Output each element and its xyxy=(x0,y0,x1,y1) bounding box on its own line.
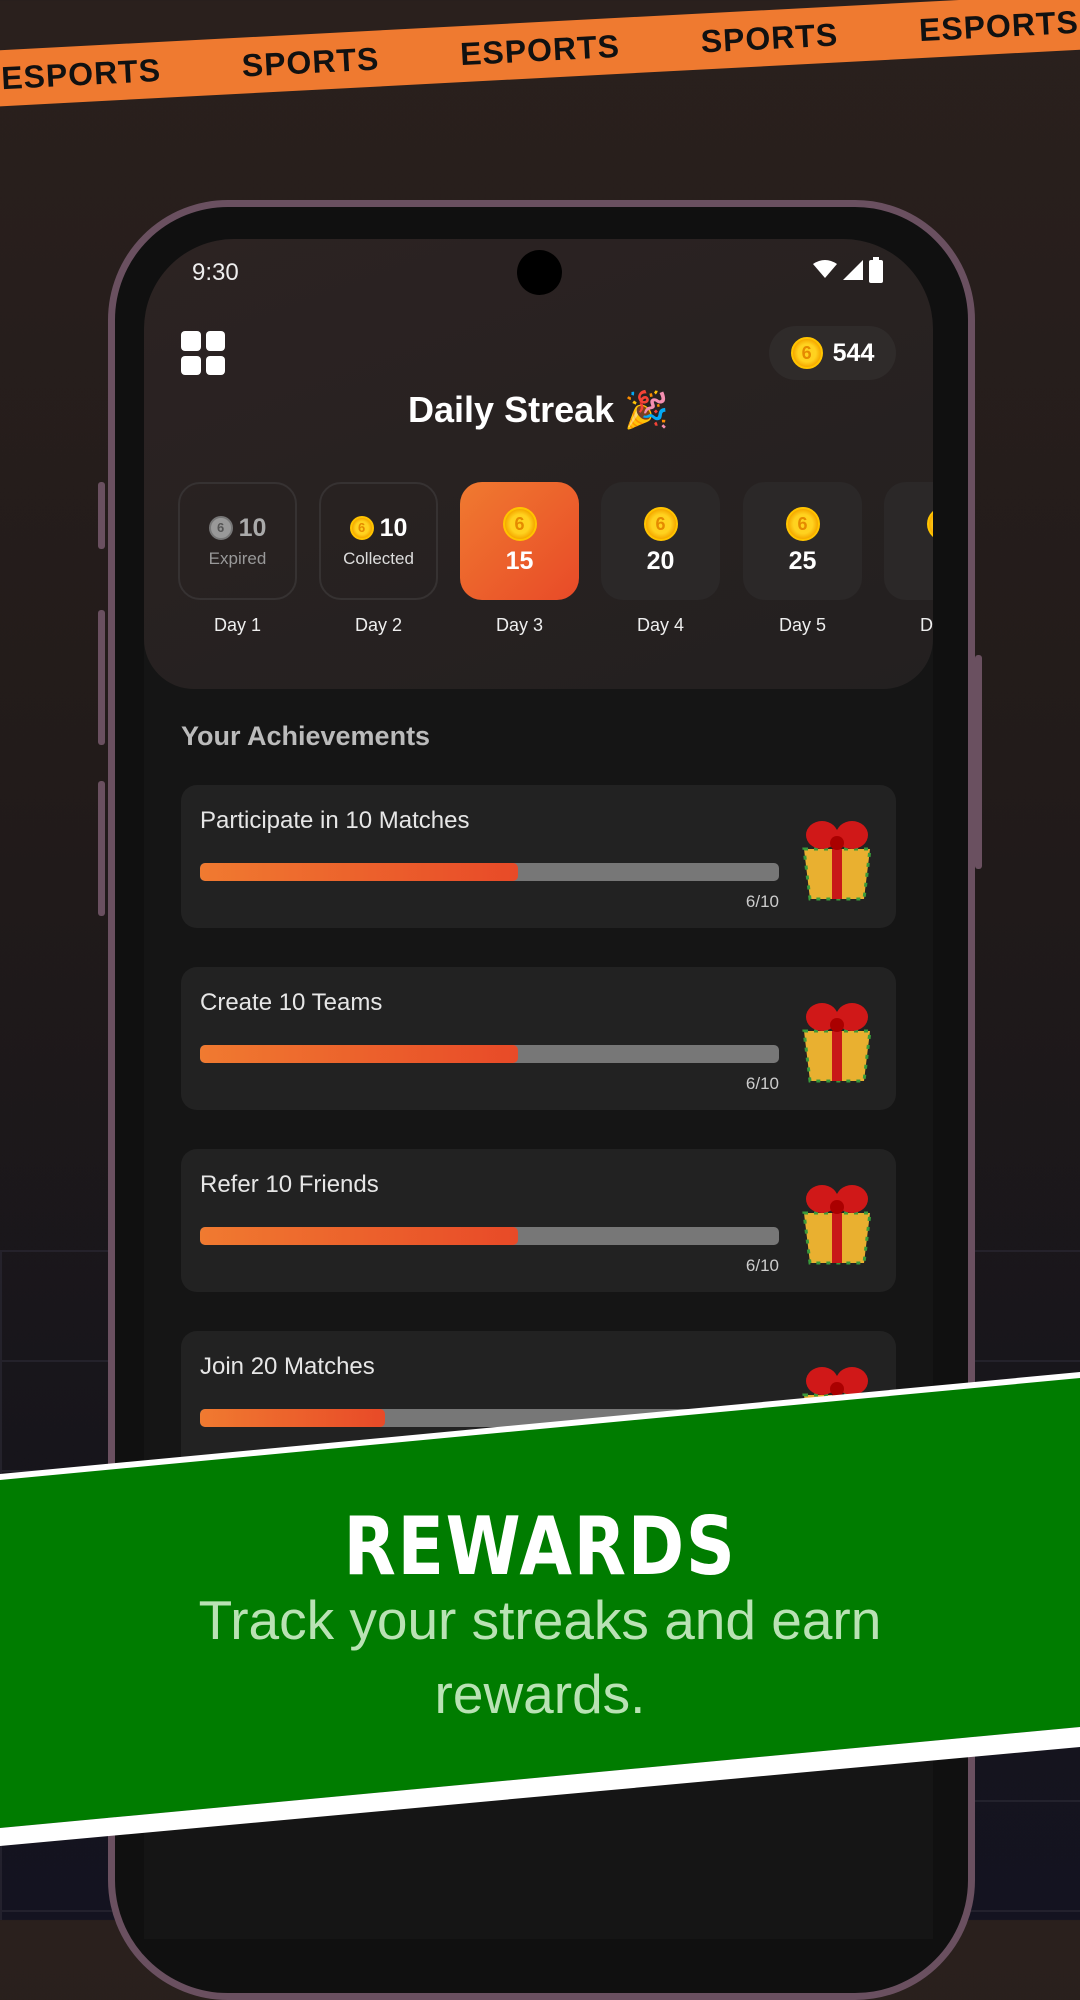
progress-fill xyxy=(200,1045,519,1063)
day-label: Day 6 xyxy=(919,615,933,635)
coin-balance[interactable]: 6 544 xyxy=(769,326,896,380)
gift-icon xyxy=(802,821,872,901)
gift-icon xyxy=(802,1367,872,1447)
day-status: Collected xyxy=(343,548,414,568)
signal-icon xyxy=(843,260,863,280)
phone-side-button xyxy=(98,482,105,549)
day-value: 15 xyxy=(505,546,534,575)
wifi-icon xyxy=(813,260,837,278)
gift-icon xyxy=(802,1185,872,1265)
banner-word: ESPORTS xyxy=(918,3,1080,48)
day-value: 10 xyxy=(379,513,408,542)
day-card-3[interactable]: 6 15 xyxy=(460,482,579,600)
coin-expired-icon: 6 xyxy=(208,516,233,540)
banner-word: ESPORTS xyxy=(0,51,162,96)
menu-grid-icon[interactable] xyxy=(181,331,225,375)
progress-bar xyxy=(200,1409,779,1427)
day-card-4[interactable]: 6 20 xyxy=(601,482,720,600)
phone-side-button xyxy=(98,781,105,916)
day-label: Day 4 xyxy=(636,615,685,635)
status-time: 9:30 xyxy=(192,259,239,286)
coin-icon: 6 xyxy=(349,516,374,540)
progress-label: 6/10 xyxy=(745,1256,779,1275)
day-card-6[interactable]: 6 3 xyxy=(884,482,933,600)
progress-label: 6/10 xyxy=(745,1074,779,1093)
top-banner: ESPORTS SPORTS ESPORTS SPORTS ESPORTS xyxy=(0,0,1080,109)
phone-power-button xyxy=(975,655,982,869)
achievement-card[interactable]: Participate in 10 Matches 6/10 xyxy=(181,785,896,928)
phone-side-button xyxy=(98,610,105,745)
title-text: Daily Streak xyxy=(408,389,615,430)
achievement-card[interactable]: Create 10 Teams 6/10 xyxy=(181,967,896,1110)
coin-icon: 6 xyxy=(502,506,537,541)
day-card-5[interactable]: 6 25 xyxy=(743,482,862,600)
achievement-card[interactable]: Join 20 Matches xyxy=(181,1331,896,1474)
page-title: Daily Streak 🎉 xyxy=(144,389,933,431)
day-label: Day 5 xyxy=(778,615,827,635)
promo-heading: REWARDS xyxy=(343,1500,737,1593)
progress-fill xyxy=(200,1227,519,1245)
progress-label: 6/10 xyxy=(745,892,779,911)
day-label: Day 1 xyxy=(213,615,262,635)
coin-icon: 6 xyxy=(926,506,933,541)
achievement-card[interactable]: Refer 10 Friends 6/10 xyxy=(181,1149,896,1292)
coin-count: 544 xyxy=(832,338,875,367)
progress-bar xyxy=(200,863,779,881)
progress-bar xyxy=(200,1045,779,1063)
streak-header: 9:30 6 544 Daily Streak 🎉 6 10 Expired 61… xyxy=(144,239,933,689)
promo-subtitle: Track your streaks and earn rewards. xyxy=(198,1589,882,1725)
section-heading: Your Achievements xyxy=(181,721,431,751)
day-value: 25 xyxy=(788,546,817,575)
banner-word: SPORTS xyxy=(699,15,840,60)
party-popper-icon: 🎉 xyxy=(624,389,669,430)
progress-bar xyxy=(200,1227,779,1245)
day-status: Expired xyxy=(208,548,267,568)
achievement-title: Participate in 10 Matches xyxy=(200,807,470,834)
coin-icon: 6 xyxy=(785,506,820,541)
day-label: Day 3 xyxy=(495,615,544,635)
banner-word: SPORTS xyxy=(240,39,381,84)
banner-word: ESPORTS xyxy=(459,27,621,72)
day-value: 20 xyxy=(646,546,675,575)
coin-icon: 6 xyxy=(790,337,823,369)
camera-cutout xyxy=(517,250,562,295)
achievement-title: Create 10 Teams xyxy=(200,989,383,1016)
achievement-title: Refer 10 Friends xyxy=(200,1171,379,1198)
day-card-2[interactable]: 6 10 Collected xyxy=(319,482,438,600)
gift-icon xyxy=(802,1003,872,1083)
coin-icon: 6 xyxy=(643,506,678,541)
achievement-title: Join 20 Matches xyxy=(200,1353,375,1380)
day-label: Day 2 xyxy=(354,615,403,635)
progress-fill xyxy=(200,1409,386,1427)
status-icons xyxy=(813,257,883,283)
day-value: 10 xyxy=(238,513,267,542)
progress-fill xyxy=(200,863,519,881)
battery-icon xyxy=(869,257,883,283)
day-card-1[interactable]: 6 10 Expired xyxy=(178,482,297,600)
